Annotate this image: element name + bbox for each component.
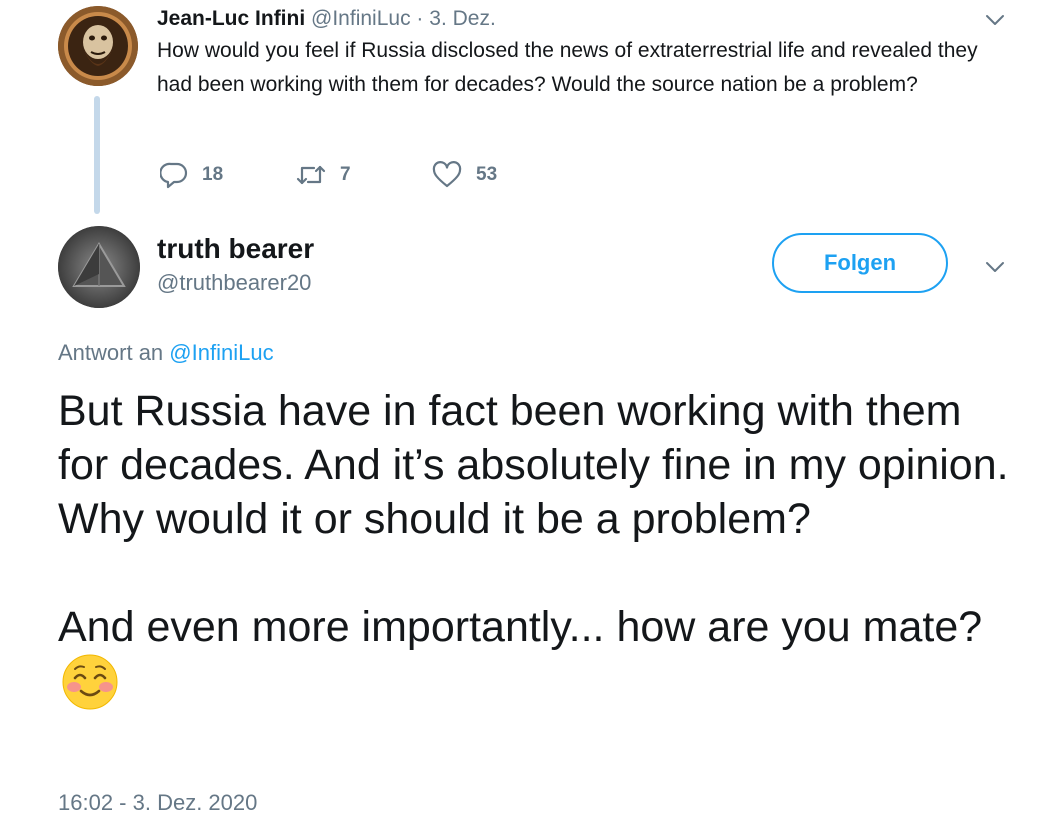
reply-to-line: Antwort an @InfiniLuc	[58, 338, 274, 368]
reply-timestamp[interactable]: 16:02 - 3. Dez. 2020	[58, 788, 257, 818]
parent-tweet-date[interactable]: 3. Dez.	[429, 7, 496, 30]
reply-author-avatar[interactable]	[58, 226, 140, 308]
retweet-icon[interactable]	[296, 161, 326, 189]
follow-button[interactable]: Folgen	[772, 233, 948, 293]
like-count: 53	[476, 164, 498, 185]
chevron-down-icon[interactable]	[984, 256, 1006, 278]
parent-author-handle[interactable]: @InfiniLuc	[311, 7, 411, 30]
parent-author-name[interactable]: Jean-Luc Infini	[157, 7, 305, 30]
retweet-count: 7	[340, 164, 351, 185]
like-icon[interactable]	[432, 161, 462, 189]
header-separator: ·	[416, 7, 424, 30]
reply-tweet-text: But Russia have in fact been working wit…	[58, 387, 1009, 651]
reply-to-prefix: Antwort an	[58, 340, 164, 365]
reply-author-handle[interactable]: @truthbearer20	[157, 268, 311, 298]
parent-author-avatar[interactable]	[58, 6, 138, 86]
reply-to-mention-link[interactable]: @InfiniLuc	[169, 340, 273, 365]
parent-tweet-header: Jean-Luc Infini @InfiniLuc · 3. Dez.	[157, 6, 496, 32]
reply-author-name[interactable]: truth bearer	[157, 232, 314, 266]
reply-action[interactable]: 18	[160, 158, 223, 192]
reply-count: 18	[202, 164, 224, 185]
parent-tweet-text: How would you feel if Russia disclosed t…	[157, 39, 978, 96]
like-action[interactable]: 53	[432, 158, 497, 192]
chevron-down-icon[interactable]	[984, 9, 1006, 31]
smiling-face-with-blush-emoji	[62, 654, 118, 710]
reply-tweet-body: But Russia have in fact been working wit…	[58, 384, 1018, 713]
retweet-action[interactable]: 7	[296, 158, 351, 192]
reply-icon[interactable]	[160, 161, 188, 189]
thread-connector-line	[94, 96, 100, 214]
